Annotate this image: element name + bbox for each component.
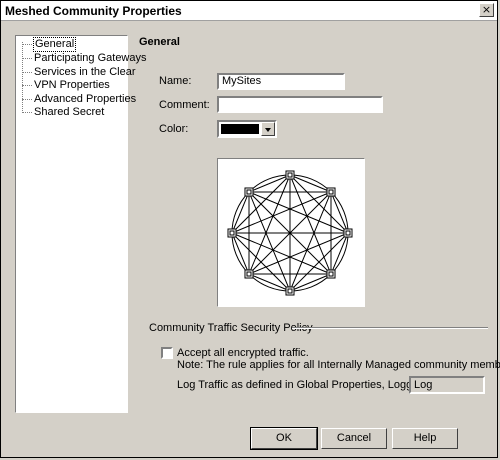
gateway-icon	[285, 286, 295, 296]
tree-branch	[22, 44, 32, 45]
tree-branch	[22, 99, 32, 100]
gateway-icon	[326, 187, 336, 197]
close-icon: ×	[481, 3, 492, 16]
accept-encrypted-checkbox[interactable]	[161, 347, 173, 359]
color-select[interactable]	[217, 120, 277, 138]
title-bar: Meshed Community Properties ×	[1, 1, 497, 21]
tree-branch	[22, 112, 32, 113]
help-button[interactable]: Help	[392, 428, 458, 449]
navigation-tree: General Participating Gateways Services …	[15, 35, 147, 413]
window-title: Meshed Community Properties	[5, 4, 182, 18]
comment-label: Comment:	[159, 99, 210, 111]
gateway-icon	[244, 269, 254, 279]
cancel-button[interactable]: Cancel	[321, 428, 387, 449]
color-dropdown-button[interactable]	[261, 122, 275, 136]
color-label: Color:	[159, 123, 189, 135]
log-value-field: Log	[409, 376, 485, 394]
gateway-icon	[244, 187, 254, 197]
close-button[interactable]: ×	[479, 3, 494, 17]
tree-connector	[22, 42, 23, 113]
mesh-diagram	[217, 158, 365, 307]
tree-item-label: Advanced Properties	[34, 93, 137, 105]
tree-item-label: Shared Secret	[34, 106, 105, 118]
comment-field[interactable]	[217, 96, 383, 113]
tree-item-label: General	[33, 37, 77, 52]
gateway-icon	[326, 269, 336, 279]
name-field[interactable]: MySites	[217, 73, 345, 90]
name-label: Name:	[159, 75, 192, 87]
chevron-down-icon	[265, 128, 271, 132]
tree-branch	[22, 85, 32, 86]
policy-group-title: Community Traffic Security Policy	[149, 322, 313, 334]
group-divider	[292, 327, 488, 329]
mesh-diagram-icon	[227, 170, 353, 296]
ok-button[interactable]: OK	[250, 427, 318, 450]
gateway-icon	[343, 228, 353, 238]
accept-encrypted-label[interactable]: Accept all encrypted traffic.	[177, 347, 309, 359]
color-swatch	[221, 124, 259, 134]
tree-branch	[22, 58, 32, 59]
tree-item-label: Services in the Clear	[34, 66, 136, 78]
properties-dialog: Meshed Community Properties × General Pa…	[0, 0, 500, 458]
tree-branch	[22, 72, 32, 73]
policy-note: Note: The rule applies for all Internall…	[177, 359, 500, 371]
gateway-icon	[227, 228, 237, 238]
gateway-icon	[285, 170, 295, 180]
tree-item-label: VPN Properties	[34, 79, 110, 91]
tree-item-label: Participating Gateways	[34, 52, 147, 64]
section-title: General	[139, 36, 180, 48]
